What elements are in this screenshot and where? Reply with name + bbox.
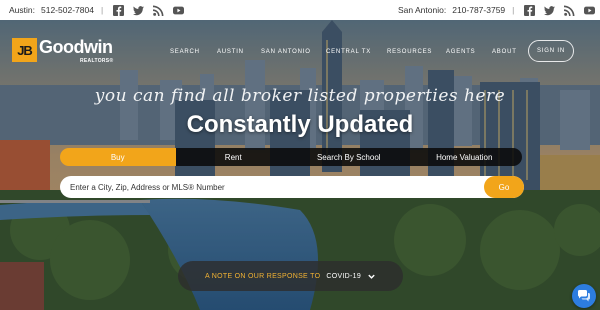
- nav-item-austin[interactable]: AUSTIN: [217, 49, 244, 55]
- austin-phone-link[interactable]: 512-502-7804: [41, 5, 94, 15]
- nav-item-san-antonio[interactable]: SAN ANTONIO: [261, 49, 311, 55]
- austin-contact: Austin: 512-502-7804 |: [9, 0, 187, 20]
- covid-note-button[interactable]: A NOTE ON OUR RESPONSE TO COVID-19: [178, 261, 403, 291]
- nav-item-resources[interactable]: RESOURCES: [387, 49, 432, 55]
- rss-icon[interactable]: [564, 5, 575, 16]
- search-tabs: Buy Rent Search By School Home Valuation: [60, 148, 522, 166]
- note-topic: COVID-19: [326, 272, 362, 280]
- chat-bubbles-icon: [578, 290, 590, 302]
- nav-item-agents[interactable]: AGENTS: [446, 49, 475, 55]
- site-header: JB Goodwin REALTORS® SEARCH AUSTIN SAN A…: [0, 20, 600, 80]
- chat-button[interactable]: [572, 284, 596, 308]
- note-prefix: A NOTE ON OUR RESPONSE TO: [204, 272, 321, 280]
- twitter-icon[interactable]: [544, 5, 556, 16]
- divider: |: [512, 5, 515, 15]
- top-contact-bar: Austin: 512-502-7804 | San Antonio: 210-…: [0, 0, 600, 20]
- tab-home-valuation[interactable]: Home Valuation: [406, 148, 522, 166]
- main-nav: SEARCH AUSTIN SAN ANTONIO CENTRAL TX RES…: [0, 49, 600, 61]
- youtube-icon[interactable]: [173, 5, 185, 16]
- chevron-down-icon: [368, 274, 375, 279]
- san-antonio-label: San Antonio:: [398, 5, 447, 15]
- facebook-icon[interactable]: [524, 4, 536, 16]
- nav-item-about[interactable]: ABOUT: [492, 49, 517, 55]
- nav-item-search[interactable]: SEARCH: [170, 49, 200, 55]
- hero-headline: Constantly Updated: [186, 111, 414, 138]
- youtube-icon[interactable]: [584, 5, 596, 16]
- austin-label: Austin:: [9, 5, 35, 15]
- hero-tagline: you can find all broker listed propertie…: [94, 86, 506, 106]
- tab-buy[interactable]: Buy: [60, 148, 176, 166]
- rss-icon[interactable]: [153, 5, 164, 16]
- facebook-icon[interactable]: [113, 4, 125, 16]
- twitter-icon[interactable]: [133, 5, 145, 16]
- sign-in-button[interactable]: SIGN IN: [528, 40, 574, 62]
- search-input[interactable]: [70, 176, 480, 198]
- go-button[interactable]: Go: [484, 176, 524, 198]
- property-search-bar: [60, 176, 524, 198]
- san-antonio-phone-link[interactable]: 210-787-3759: [452, 5, 505, 15]
- san-antonio-contact: San Antonio: 210-787-3759 |: [398, 0, 598, 20]
- divider: |: [100, 5, 104, 15]
- tab-rent[interactable]: Rent: [175, 148, 291, 166]
- tab-search-by-school[interactable]: Search By School: [291, 148, 407, 166]
- nav-item-central-tx[interactable]: CENTRAL TX: [326, 49, 371, 55]
